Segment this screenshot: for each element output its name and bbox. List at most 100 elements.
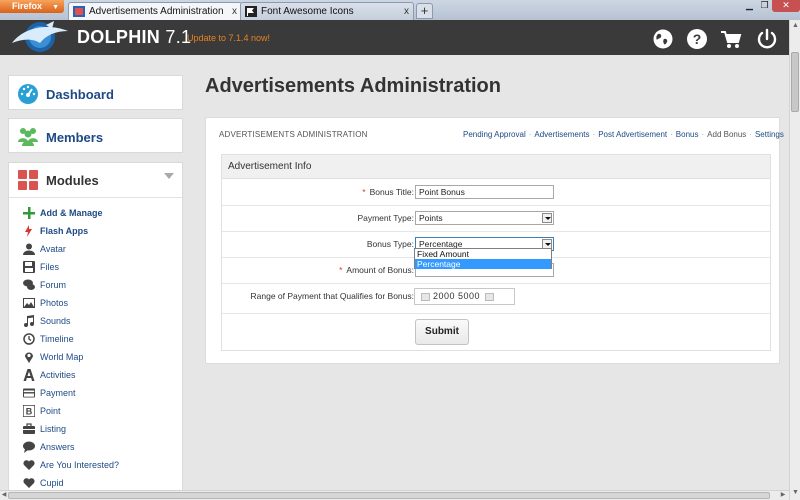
sidebar-item-label: Members (46, 130, 104, 145)
dashboard-icon (18, 84, 38, 104)
sidebar-item-dashboard[interactable]: Dashboard (8, 75, 183, 110)
payment-range-slider[interactable]: 2000 5000 (414, 288, 515, 305)
tab-separator: · (670, 130, 673, 139)
tab-post-advertisement[interactable]: Post Advertisement (598, 130, 667, 139)
browser-tab-advertisements[interactable]: Advertisements Administration x (68, 2, 242, 20)
tab-advertisements[interactable]: Advertisements (534, 130, 589, 139)
bonus-title-input[interactable]: Point Bonus (415, 185, 554, 199)
app-header: DOLPHIN 7.1 Update to 7.1.4 now! ? (0, 20, 789, 55)
sidebar-item-label: Payment (40, 388, 76, 398)
users-icon (18, 128, 38, 146)
payment-type-label: Payment Type: (357, 213, 414, 223)
sidebar-item-members[interactable]: Members (8, 118, 183, 153)
browser-tab-font-awesome[interactable]: Font Awesome Icons x (240, 2, 414, 20)
sidebar-item-label: Avatar (40, 244, 66, 254)
page-title: Advertisements Administration (205, 75, 501, 97)
help-icon[interactable]: ? (686, 28, 708, 50)
sidebar-item-label: Sounds (40, 316, 71, 326)
option-fixed-amount[interactable]: Fixed Amount (415, 249, 551, 259)
minimize-icon[interactable]: ▁ (742, 0, 757, 12)
sidebar-item-label: Activities (40, 370, 76, 380)
svg-text:B: B (26, 407, 33, 417)
save-icon (23, 261, 35, 273)
form-section-header: Advertisement Info (222, 155, 770, 179)
required-mark: * (362, 187, 366, 197)
amount-label-text: Amount of Bonus: (346, 265, 414, 275)
sidebar-item-label: Listing (40, 424, 67, 434)
clock-icon (23, 333, 35, 345)
range-value: 2000 5000 (433, 291, 481, 301)
modules-header[interactable]: Modules (9, 163, 182, 198)
firefox-menu-button[interactable]: Firefox ▼ (0, 0, 64, 13)
tab-pending-approval[interactable]: Pending Approval (463, 130, 526, 139)
briefcase-icon (23, 423, 35, 434)
content-panel: ADVERTISEMENTS ADMINISTRATION Pending Ap… (205, 117, 784, 364)
window-close-icon[interactable]: ✕ (772, 0, 800, 12)
scroll-up-icon[interactable]: ▲ (791, 21, 800, 31)
sidebar-item-label: Add & Manage (40, 208, 103, 218)
scroll-left-icon[interactable]: ◀ (0, 491, 8, 500)
range-max-handle[interactable] (485, 293, 494, 301)
vertical-scrollbar[interactable]: ▲ ▼ (789, 20, 800, 500)
scrollbar-thumb[interactable] (8, 492, 770, 499)
sidebar-item-label: Forum (40, 280, 67, 290)
chevron-down-icon (542, 213, 552, 223)
tab-separator: · (592, 130, 596, 139)
tab-title: Advertisements Administration (89, 6, 224, 17)
breadcrumb: ADVERTISEMENTS ADMINISTRATION (219, 130, 368, 139)
sidebar-item-label: Timeline (40, 334, 74, 344)
music-icon (24, 315, 34, 327)
sidebar-modules: Modules Add & Manage Flash Apps Avatar F… (8, 162, 183, 500)
sidebar-item-label: Flash Apps (40, 226, 89, 236)
range-label: Range of Payment that Qualifies for Bonu… (250, 291, 414, 301)
chevron-down-icon[interactable] (164, 173, 174, 179)
globe-icon[interactable] (652, 28, 674, 50)
required-mark: * (339, 265, 343, 275)
amount-label: * Amount of Bonus: (339, 265, 414, 275)
heart-icon (23, 460, 35, 470)
sidebar-item-label: World Map (40, 352, 84, 362)
heart-icon (23, 478, 35, 488)
sidebar-item-label: Cupid (40, 478, 64, 488)
sidebar-item-label: Files (40, 262, 60, 272)
bonus-type-options: Fixed Amount Percentage (414, 248, 552, 269)
th-large-icon (18, 170, 38, 190)
payment-type-value: Points (419, 213, 443, 223)
svg-text:?: ? (693, 31, 702, 47)
sidebar-item-label: Photos (40, 298, 69, 308)
scroll-right-icon[interactable]: ▶ (779, 491, 787, 500)
tab-separator: · (701, 130, 705, 139)
submit-button[interactable]: Submit (415, 319, 469, 345)
tab-settings[interactable]: Settings (755, 130, 784, 139)
scrollbar-thumb[interactable] (791, 52, 799, 112)
bitcoin-icon: B (23, 405, 35, 417)
scroll-down-icon[interactable]: ▼ (791, 488, 800, 498)
power-icon[interactable] (756, 28, 778, 50)
close-icon[interactable]: x (404, 3, 409, 20)
option-percentage[interactable]: Percentage (415, 259, 551, 269)
tab-bonus[interactable]: Bonus (676, 130, 699, 139)
tab-separator: · (749, 130, 752, 139)
map-marker-icon (25, 352, 33, 363)
close-icon[interactable]: x (232, 3, 237, 20)
cart-icon[interactable] (720, 28, 742, 50)
update-link[interactable]: Update to 7.1.4 now! (187, 33, 270, 43)
firefox-menu-label: Firefox (12, 1, 43, 11)
bonus-title-label-text: Bonus Title: (369, 187, 414, 197)
range-min-handle[interactable] (421, 293, 430, 301)
sidebar-item-label: Dashboard (46, 87, 114, 102)
sub-tabs: Pending Approval · Advertisements · Post Adv… (463, 130, 784, 139)
restore-icon[interactable]: ❐ (757, 0, 772, 12)
brand-name[interactable]: DOLPHIN 7.1 (77, 27, 191, 48)
tab-add-bonus[interactable]: Add Bonus (707, 130, 746, 139)
modules-label: Modules (46, 173, 99, 188)
horizontal-scrollbar[interactable]: ◀ ▶ (0, 490, 789, 500)
form-section-title: Advertisement Info (228, 161, 312, 172)
user-icon (23, 243, 35, 255)
font-icon (23, 369, 35, 381)
brand-title: DOLPHIN (77, 27, 161, 47)
payment-type-select[interactable]: Points (415, 211, 554, 225)
form-row-payment-type: Payment Type: Points (222, 205, 770, 232)
chevron-down-icon: ▼ (52, 4, 59, 11)
new-tab-button[interactable]: + (416, 3, 433, 19)
